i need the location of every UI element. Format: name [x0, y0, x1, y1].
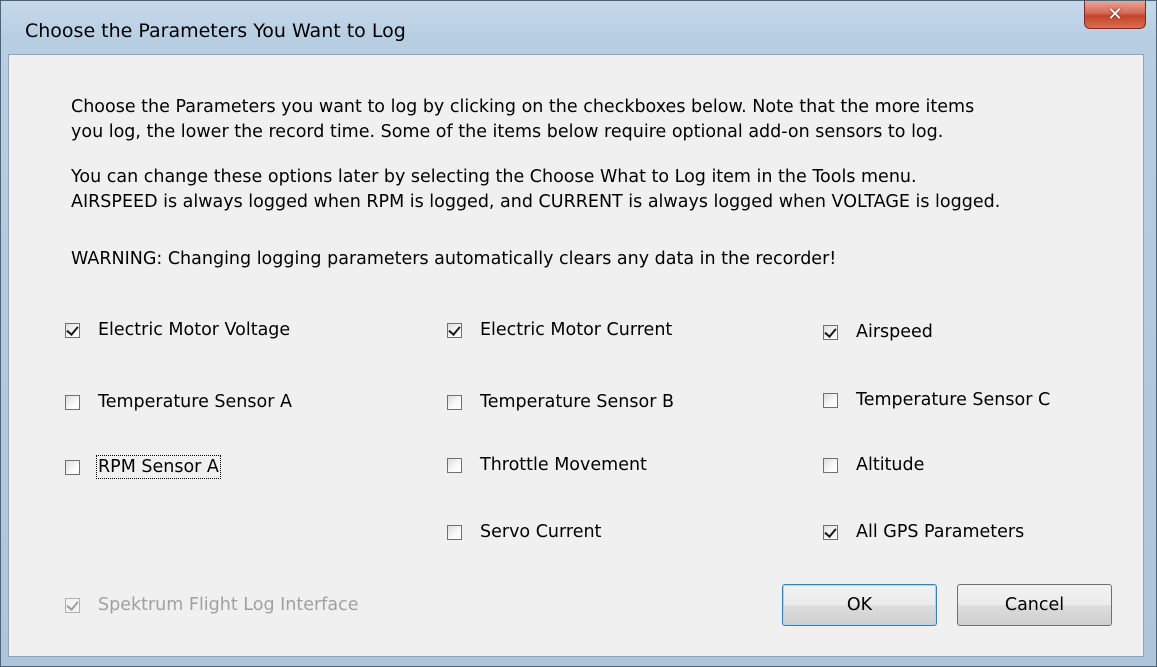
dialog-window: Choose the Parameters You Want to Log ✕ …	[0, 0, 1157, 667]
checkbox-airspeed[interactable]: Airspeed	[823, 322, 933, 342]
instructions-line-3: You can change these options later by se…	[71, 167, 917, 187]
cancel-button[interactable]: Cancel	[957, 584, 1112, 626]
dialog-content: Choose the Parameters you want to log by…	[8, 54, 1144, 657]
checkbox-altitude[interactable]: Altitude	[823, 455, 924, 475]
checkbox-label: Electric Motor Voltage	[98, 320, 291, 340]
checkbox-electric-motor-current[interactable]: Electric Motor Current	[447, 320, 672, 340]
window-title: Choose the Parameters You Want to Log	[25, 20, 406, 42]
checkbox-temperature-sensor-b[interactable]: Temperature Sensor B	[447, 392, 674, 412]
instructions-line-1: Choose the Parameters you want to log by…	[71, 97, 975, 117]
checkbox-box[interactable]	[823, 457, 838, 473]
checkbox-box[interactable]	[447, 524, 462, 540]
checkbox-box[interactable]	[65, 322, 80, 338]
title-bar: Choose the Parameters You Want to Log ✕	[1, 1, 1156, 53]
instructions-line-2: you log, the lower the record time. Some…	[71, 122, 944, 142]
close-icon: ✕	[1107, 4, 1123, 25]
checkbox-temperature-sensor-c[interactable]: Temperature Sensor C	[823, 390, 1050, 410]
checkbox-electric-motor-voltage[interactable]: Electric Motor Voltage	[65, 320, 290, 340]
checkbox-box[interactable]	[65, 394, 80, 410]
checkbox-spektrum-flight-log-interface: Spektrum Flight Log Interface	[65, 595, 358, 615]
checkbox-box[interactable]	[447, 322, 462, 338]
checkbox-box[interactable]	[823, 324, 838, 340]
checkbox-box[interactable]	[823, 524, 838, 540]
checkbox-label: Airspeed	[856, 322, 933, 342]
checkbox-label: Temperature Sensor C	[856, 390, 1051, 410]
checkbox-label: Electric Motor Current	[480, 320, 673, 340]
checkbox-box[interactable]	[823, 392, 838, 408]
checkbox-label: Temperature Sensor A	[98, 392, 292, 412]
checkbox-all-gps-parameters[interactable]: All GPS Parameters	[823, 522, 1024, 542]
checkbox-label: Temperature Sensor B	[480, 392, 674, 412]
checkbox-label: RPM Sensor A	[96, 455, 221, 479]
instructions-line-4: AIRSPEED is always logged when RPM is lo…	[71, 192, 1001, 212]
ok-button[interactable]: OK	[782, 584, 937, 626]
warning-text: WARNING: Changing logging parameters aut…	[71, 249, 837, 269]
checkbox-box[interactable]	[447, 457, 462, 473]
checkbox-temperature-sensor-a[interactable]: Temperature Sensor A	[65, 392, 292, 412]
checkbox-label: Servo Current	[480, 522, 602, 542]
close-button[interactable]: ✕	[1084, 1, 1146, 29]
checkbox-label: Throttle Movement	[480, 455, 647, 475]
checkbox-box[interactable]	[447, 394, 462, 410]
checkbox-throttle-movement[interactable]: Throttle Movement	[447, 455, 647, 475]
checkbox-box[interactable]	[65, 459, 80, 475]
checkbox-rpm-sensor-a[interactable]: RPM Sensor A	[65, 455, 221, 479]
checkbox-servo-current[interactable]: Servo Current	[447, 522, 601, 542]
checkbox-box	[65, 597, 80, 613]
checkbox-label: Altitude	[856, 455, 925, 475]
checkbox-label: Spektrum Flight Log Interface	[98, 595, 359, 615]
checkbox-label: All GPS Parameters	[856, 522, 1025, 542]
